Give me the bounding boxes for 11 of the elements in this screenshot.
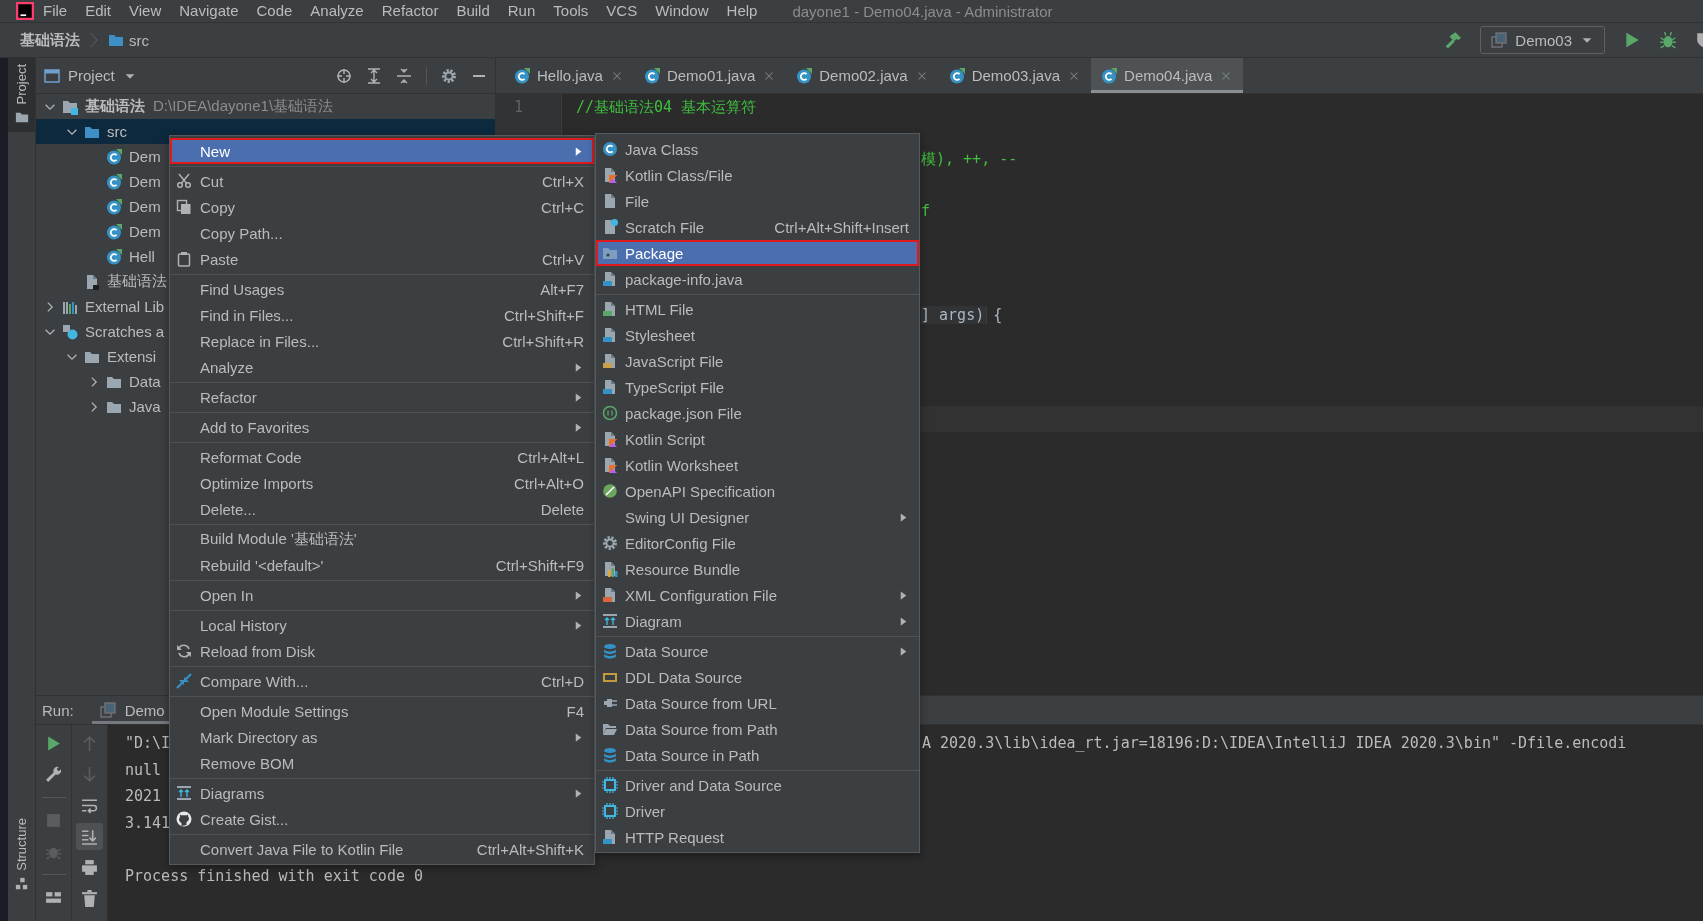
code-line: //基础语法04 基本运算符 [575, 97, 757, 117]
window-title: dayone1 - Demo04.java - Administrator [792, 2, 1053, 20]
console-line: 2021 [125, 787, 162, 806]
console-line: A 2020.3\lib\idea_rt.jar=18196:D:\IDEA\IntelliJ IDEA 2020.3\bin" -Dfile.encodi [922, 734, 1628, 753]
console-line: null [125, 760, 162, 779]
code-line: 模), ++, -- [921, 149, 1018, 169]
console-line: "D:\I [125, 734, 171, 753]
code-line: f [921, 202, 931, 220]
console-line: Process finished with exit code 0 [125, 866, 423, 885]
console-line: 3.141 [125, 813, 171, 832]
run-label: Run: [42, 701, 74, 719]
